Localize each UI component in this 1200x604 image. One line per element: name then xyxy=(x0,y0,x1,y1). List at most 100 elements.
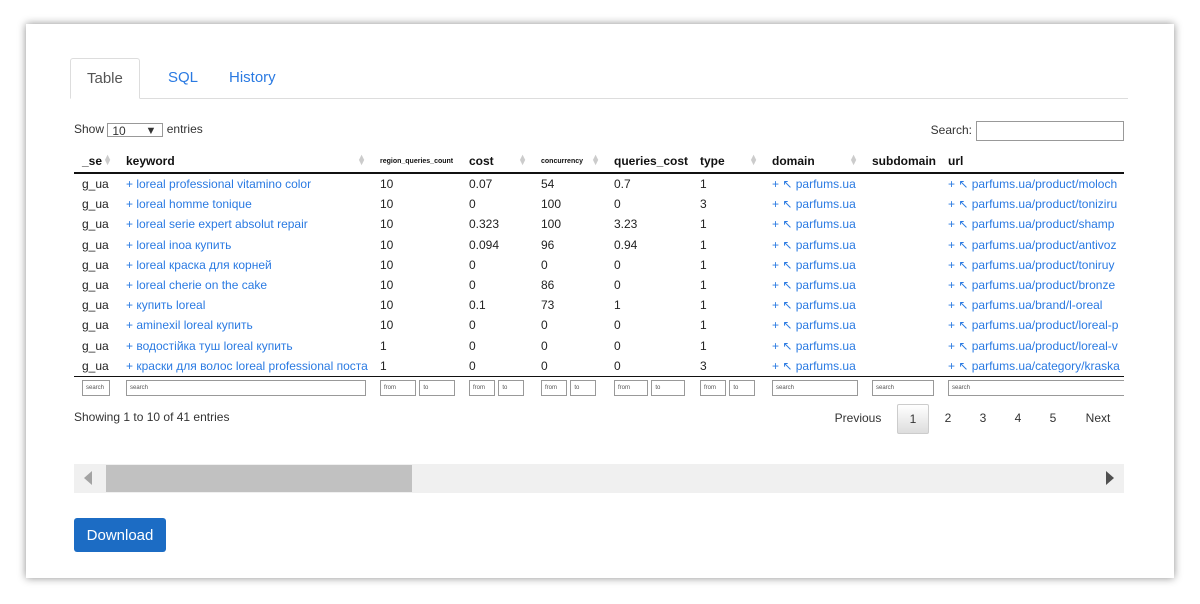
tab-sql[interactable]: SQL xyxy=(152,58,214,98)
filter-to-input[interactable]: to xyxy=(651,379,686,396)
filter-from-input[interactable]: from xyxy=(614,379,648,396)
cell-link[interactable]: + ↖ parfums.ua/product/bronze xyxy=(948,278,1115,292)
filter-from-input[interactable]: from xyxy=(541,379,567,396)
cell-link[interactable]: + loreal homme tonique xyxy=(126,197,252,211)
table-row: g_ua + водостійка туш loreal купить 1 0 0 0 1 +… xyxy=(74,336,1124,356)
filter-from-input[interactable]: from xyxy=(469,379,495,396)
table-cell-cost: 0 xyxy=(469,358,476,373)
table-cell-subdomain xyxy=(864,315,940,335)
table-cell-url: + ↖ parfums.ua/product/toniruy xyxy=(940,255,1124,275)
filter-search-input[interactable]: search xyxy=(948,379,1124,396)
download-button[interactable]: Download xyxy=(74,518,166,552)
cell-link[interactable]: + ↖ parfums.ua/brand/l-oreal xyxy=(948,298,1102,312)
cell-link[interactable]: + aminexil loreal купить xyxy=(126,318,253,332)
cell-link[interactable]: + ↖ parfums.ua xyxy=(772,278,856,292)
filter-search-input[interactable]: search xyxy=(82,379,110,396)
column-header[interactable]: _se ▲ ▼ xyxy=(74,150,118,174)
cell-link[interactable]: + ↖ parfums.ua xyxy=(772,197,856,211)
cell-link[interactable]: + ↖ parfums.ua/product/toniruy xyxy=(948,258,1114,272)
cell-link[interactable]: + ↖ parfums.ua/product/antivoz xyxy=(948,238,1116,252)
scroll-right-icon[interactable] xyxy=(1106,471,1114,485)
column-header[interactable]: subdomain xyxy=(864,150,940,174)
column-header[interactable]: url xyxy=(940,150,1124,174)
cell-link[interactable]: + ↖ parfums.ua xyxy=(772,177,856,191)
cell-link[interactable]: + ↖ parfums.ua/product/loreal-v xyxy=(948,339,1118,353)
cell-link[interactable]: + ↖ parfums.ua xyxy=(772,298,856,312)
table-cell-keyword: + loreal cherie on the cake xyxy=(118,275,372,295)
filter-from-input[interactable]: from xyxy=(700,379,726,396)
column-header[interactable]: domain ▲ ▼ xyxy=(764,150,864,174)
entries-select[interactable]: 10 ▼ xyxy=(107,122,164,138)
table-cell-concurrency: 0 xyxy=(541,318,548,333)
cell-link[interactable]: + ↖ parfums.ua xyxy=(772,359,856,373)
column-header[interactable]: concurrency ▲ ▼ xyxy=(533,150,606,174)
filter-to-input[interactable]: to xyxy=(419,379,456,396)
table-cell-domain: + ↖ parfums.ua xyxy=(764,214,864,234)
column-header[interactable]: queries_cost xyxy=(606,150,692,174)
horizontal-scrollbar[interactable] xyxy=(74,464,1124,493)
table-row: g_ua + loreal homme tonique 10 0 100 0 3 + ↖ pa… xyxy=(74,194,1124,214)
column-header[interactable]: type ▲ ▼ xyxy=(692,150,764,174)
cell-link[interactable]: + ↖ parfums.ua/product/toniziru xyxy=(948,197,1117,211)
cell-link[interactable]: + купить loreal xyxy=(126,298,205,312)
tab-table[interactable]: Table xyxy=(70,58,140,99)
cell-link[interactable]: + loreal краска для корней xyxy=(126,258,272,272)
table-cell-domain: + ↖ parfums.ua xyxy=(764,194,864,214)
table-cell-type: 1 xyxy=(700,177,707,192)
page-button[interactable]: 3 xyxy=(969,404,997,432)
table-row: g_ua + loreal cherie on the cake 10 0 86 0 1 + … xyxy=(74,275,1124,295)
table-cell-subdomain xyxy=(864,214,940,234)
filter-search-input[interactable]: search xyxy=(872,379,934,396)
cell-link[interactable]: + ↖ parfums.ua xyxy=(772,238,856,252)
cell-link[interactable]: + ↖ parfums.ua/product/moloch xyxy=(948,177,1117,191)
table-row: g_ua + loreal serie expert absolut repair… xyxy=(74,214,1124,234)
scroll-left-icon[interactable] xyxy=(84,471,92,485)
sort-icon: ▲ ▼ xyxy=(103,152,112,167)
sort-icon: ▲ ▼ xyxy=(749,152,758,167)
cell-link[interactable]: + ↖ parfums.ua/product/loreal-p xyxy=(948,318,1118,332)
filter-search-input[interactable]: search xyxy=(126,379,366,396)
next-button[interactable]: Next xyxy=(1076,404,1120,432)
page-button[interactable]: 4 xyxy=(1004,404,1032,432)
table-cell-keyword: + краски для волос loreal professional п… xyxy=(118,356,372,377)
cell-link[interactable]: + ↖ parfums.ua xyxy=(772,258,856,272)
table-cell-queries-cost: 0 xyxy=(614,338,621,353)
cell-link[interactable]: + водостійка туш loreal купить xyxy=(126,339,293,353)
column-header[interactable]: keyword ▲ ▼ xyxy=(118,150,372,174)
search-input[interactable] xyxy=(976,121,1124,141)
tab-history[interactable]: History xyxy=(213,58,292,98)
table-cell-keyword: + купить loreal xyxy=(118,295,372,315)
page-button-current[interactable]: 1 xyxy=(897,404,929,434)
scrollbar-thumb[interactable] xyxy=(106,465,412,492)
filter-search-input[interactable]: search xyxy=(772,379,858,396)
previous-button[interactable]: Previous xyxy=(826,404,890,432)
page-button[interactable]: 5 xyxy=(1039,404,1067,432)
cell-link[interactable]: + loreal professional vitamino color xyxy=(126,177,311,191)
cell-link[interactable]: + ↖ parfums.ua xyxy=(772,318,856,332)
table-row: g_ua + loreal inoa купить 10 0.094 96 0.94 1 + … xyxy=(74,235,1124,255)
table-cell-domain: + ↖ parfums.ua xyxy=(764,235,864,255)
cell-link[interactable]: + loreal inoa купить xyxy=(126,238,231,252)
table-cell-domain: + ↖ parfums.ua xyxy=(764,295,864,315)
table-cell-concurrency: 100 xyxy=(541,197,562,212)
filter-from-input[interactable]: from xyxy=(380,379,416,396)
filter-to-input[interactable]: to xyxy=(498,379,525,396)
column-header[interactable]: cost ▲ ▼ xyxy=(461,150,533,174)
page-button[interactable]: 2 xyxy=(934,404,962,432)
table-cell--se: g_ua xyxy=(82,278,109,293)
cell-link[interactable]: + ↖ parfums.ua xyxy=(772,339,856,353)
cell-link[interactable]: + loreal cherie on the cake xyxy=(126,278,267,292)
filter-to-input[interactable]: to xyxy=(570,379,597,396)
column-header[interactable]: region_queries_count xyxy=(372,150,461,174)
table-cell-region-queries-count: 10 xyxy=(380,237,394,252)
cell-link[interactable]: + ↖ parfums.ua/product/shamp xyxy=(948,217,1114,231)
table-cell-concurrency: 96 xyxy=(541,237,555,252)
cell-link[interactable]: + loreal serie expert absolut repair xyxy=(126,217,308,231)
table-cell-url: + ↖ parfums.ua/product/shamp xyxy=(940,214,1124,234)
cell-link[interactable]: + ↖ parfums.ua xyxy=(772,217,856,231)
table-cell-keyword: + loreal serie expert absolut repair xyxy=(118,214,372,234)
table-cell-subdomain xyxy=(864,275,940,295)
cell-link[interactable]: + ↖ parfums.ua/category/kraska xyxy=(948,359,1120,373)
filter-to-input[interactable]: to xyxy=(729,379,756,396)
cell-link[interactable]: + краски для волос loreal professional п… xyxy=(126,359,368,373)
